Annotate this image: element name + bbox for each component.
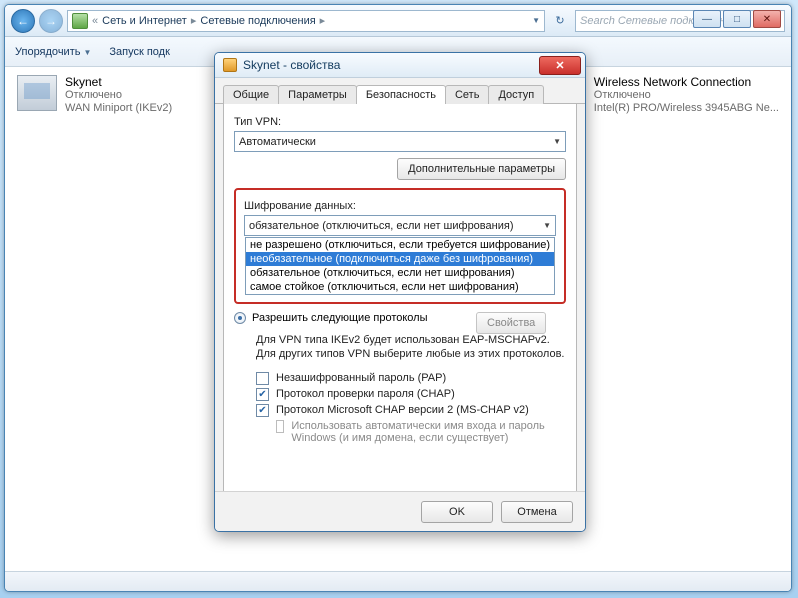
tab-content: Тип VPN: Автоматически ▼ Дополнительные … xyxy=(223,104,577,496)
connection-item[interactable]: Skynet Отключено WAN Miniport (IKEv2) xyxy=(17,75,172,563)
start-connection-menu[interactable]: Запуск подк xyxy=(109,46,170,58)
connection-status: Отключено xyxy=(594,89,779,102)
connection-icon xyxy=(17,75,57,111)
connection-item[interactable]: Wireless Network Connection Отключено In… xyxy=(594,75,779,563)
protocols-info-text: Для VPN типа IKEv2 будет использован EAP… xyxy=(256,334,566,362)
dialog-close-button[interactable]: ✕ xyxy=(539,56,581,75)
encryption-select[interactable]: обязательное (отключиться, если нет шифр… xyxy=(244,215,556,236)
properties-dialog: Skynet - свойства ✕ Общие Параметры Безо… xyxy=(214,52,586,532)
breadcrumb-item[interactable]: Сетевые подключения xyxy=(200,15,315,27)
mschap-label: Протокол Microsoft CHAP версии 2 (MS-CHA… xyxy=(276,404,529,416)
chevron-down-icon: ▼ xyxy=(543,221,551,230)
encryption-label: Шифрование данных: xyxy=(244,200,556,212)
tab-share[interactable]: Доступ xyxy=(488,85,544,104)
dialog-titlebar[interactable]: Skynet - свойства ✕ xyxy=(215,53,585,78)
window-close[interactable]: ✕ xyxy=(753,10,781,28)
allow-protocols-label: Разрешить следующие протоколы xyxy=(252,312,428,324)
connection-device: Intel(R) PRO/Wireless 3945ABG Ne... xyxy=(594,102,779,115)
cancel-button[interactable]: Отмена xyxy=(501,501,573,523)
pap-label: Незашифрованный пароль (PAP) xyxy=(276,372,446,384)
mschap-checkbox[interactable]: ✔ xyxy=(256,404,269,417)
encryption-option[interactable]: не разрешено (отключиться, если требуетс… xyxy=(246,238,554,252)
checkbox-row-pap: Незашифрованный пароль (PAP) xyxy=(256,372,566,385)
tab-network[interactable]: Сеть xyxy=(445,85,489,104)
window-maximize[interactable]: □ xyxy=(723,10,751,28)
autocreds-checkbox[interactable] xyxy=(276,420,284,433)
checkbox-row-chap: ✔ Протокол проверки пароля (CHAP) xyxy=(256,388,566,401)
connection-device: WAN Miniport (IKEv2) xyxy=(65,102,172,115)
tab-bar: Общие Параметры Безопасность Сеть Доступ xyxy=(215,78,585,104)
organize-menu[interactable]: Упорядочить▼ xyxy=(15,46,91,58)
connection-status: Отключено xyxy=(65,89,172,102)
advanced-params-button[interactable]: Дополнительные параметры xyxy=(397,158,566,180)
window-minimize[interactable]: — xyxy=(693,10,721,28)
encryption-group-highlight: Шифрование данных: обязательное (отключи… xyxy=(234,188,566,304)
ok-button[interactable]: OK xyxy=(421,501,493,523)
pap-checkbox[interactable] xyxy=(256,372,269,385)
allow-protocols-radio-row: Разрешить следующие протоколы xyxy=(234,312,486,324)
dialog-title-text: Skynet - свойства xyxy=(243,58,340,72)
refresh-button[interactable]: ↻ xyxy=(549,14,571,27)
allow-protocols-radio[interactable] xyxy=(234,312,246,324)
address-bar: ← → « Сеть и Интернет ▸ Сетевые подключе… xyxy=(5,5,791,37)
chevron-down-icon: ▼ xyxy=(553,137,561,146)
connection-name: Skynet xyxy=(65,75,172,89)
tab-security[interactable]: Безопасность xyxy=(356,85,446,104)
tab-options[interactable]: Параметры xyxy=(278,85,357,104)
encryption-option[interactable]: необязательное (подключиться даже без ши… xyxy=(246,252,554,266)
checkbox-row-mschap: ✔ Протокол Microsoft CHAP версии 2 (MS-C… xyxy=(256,404,566,417)
encryption-dropdown-list: не разрешено (отключиться, если требуетс… xyxy=(245,237,555,295)
checkbox-row-autocreds: Использовать автоматически имя входа и п… xyxy=(276,420,566,444)
breadcrumb-dropdown-icon[interactable]: ▼ xyxy=(532,16,540,25)
dialog-icon xyxy=(223,58,237,72)
tab-general[interactable]: Общие xyxy=(223,85,279,104)
network-icon xyxy=(72,13,88,29)
breadcrumb[interactable]: « Сеть и Интернет ▸ Сетевые подключения … xyxy=(67,10,545,32)
nav-forward-button[interactable]: → xyxy=(39,9,63,33)
status-bar xyxy=(5,571,791,591)
dialog-button-bar: OK Отмена xyxy=(215,491,585,531)
vpn-type-label: Тип VPN: xyxy=(234,116,566,128)
breadcrumb-item[interactable]: Сеть и Интернет xyxy=(102,15,187,27)
nav-back-button[interactable]: ← xyxy=(11,9,35,33)
chap-label: Протокол проверки пароля (CHAP) xyxy=(276,388,455,400)
window-controls: — □ ✕ xyxy=(693,10,781,28)
encryption-option[interactable]: самое стойкое (отключиться, если нет шиф… xyxy=(246,280,554,294)
chap-checkbox[interactable]: ✔ xyxy=(256,388,269,401)
connection-name: Wireless Network Connection xyxy=(594,75,779,89)
vpn-type-select[interactable]: Автоматически ▼ xyxy=(234,131,566,152)
autocreds-label: Использовать автоматически имя входа и п… xyxy=(291,420,566,444)
protocol-properties-button: Свойства xyxy=(476,312,546,334)
encryption-option[interactable]: обязательное (отключиться, если нет шифр… xyxy=(246,266,554,280)
